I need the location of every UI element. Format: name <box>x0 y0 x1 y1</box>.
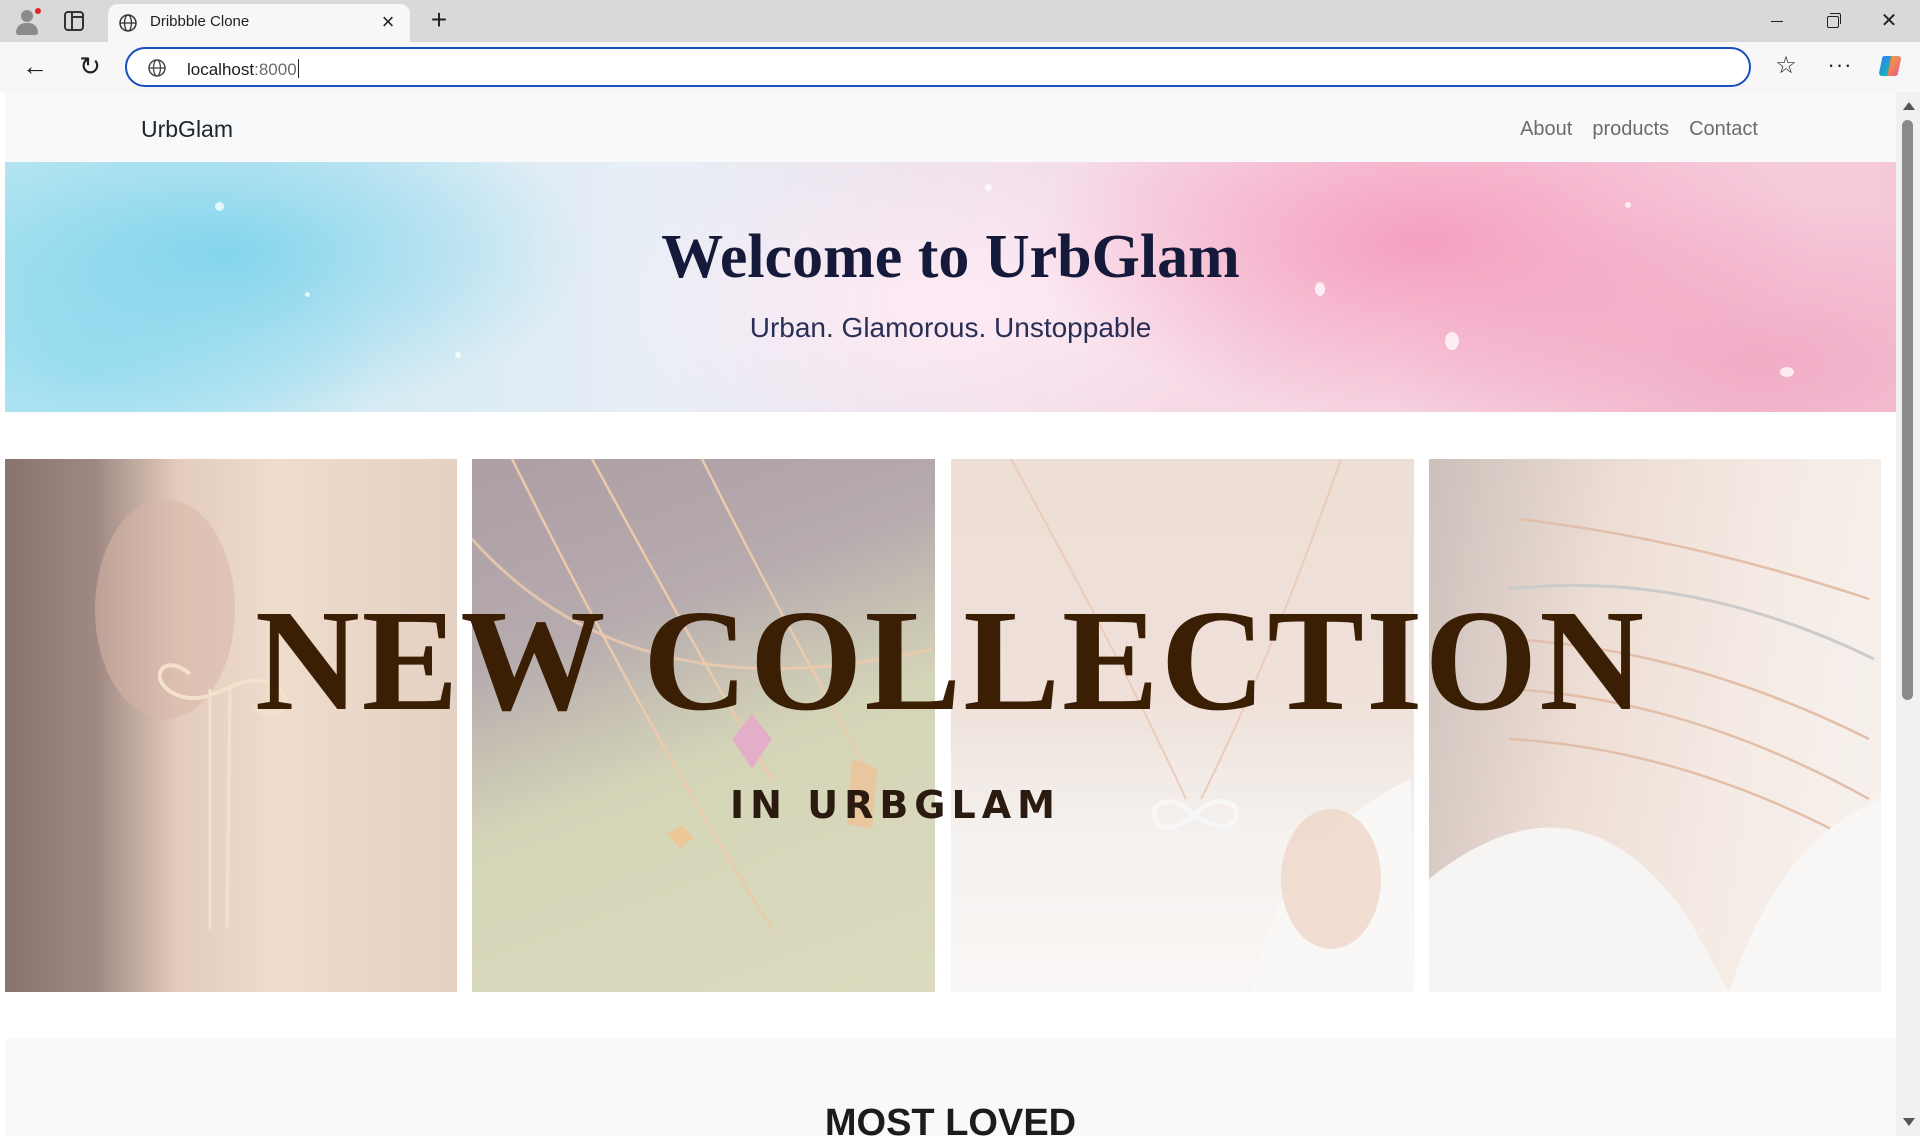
browser-tab[interactable]: Dribbble Clone × <box>108 4 410 42</box>
scroll-up-icon[interactable] <box>1903 102 1915 110</box>
browser-tab-strip: Dribbble Clone × + ✕ <box>0 0 1920 42</box>
collection-subtitle-text: IN URBGLAM <box>730 783 1061 827</box>
sparkle-decoration <box>1625 202 1631 208</box>
nav-link-about[interactable]: About <box>1520 118 1572 141</box>
sparkle-decoration <box>1780 367 1794 377</box>
address-bar[interactable]: localhost:8000 <box>125 47 1751 87</box>
window-restore-button[interactable] <box>1810 8 1856 34</box>
text-caret <box>297 59 299 78</box>
page-scrollbar[interactable] <box>1896 92 1920 1136</box>
more-menu-icon[interactable]: ··· <box>1825 52 1855 82</box>
hero-banner: Welcome to UrbGlam Urban. Glamorous. Uns… <box>5 162 1896 412</box>
window-close-button[interactable]: ✕ <box>1866 8 1912 34</box>
window-minimize-button[interactable] <box>1754 8 1800 34</box>
new-collection-banner[interactable]: NEW COLLECTION IN URBGLAM <box>5 459 1896 992</box>
scroll-down-icon[interactable] <box>1903 1118 1915 1126</box>
globe-icon <box>119 14 137 32</box>
sparkle-decoration <box>985 184 992 191</box>
sparkle-decoration <box>215 202 224 211</box>
sparkle-decoration <box>455 352 461 358</box>
notification-dot-icon <box>34 7 42 15</box>
page-viewport: UrbGlam About products Contact Welcome t… <box>5 92 1896 1136</box>
tab-actions-icon[interactable] <box>64 11 84 31</box>
profile-icon[interactable] <box>12 6 44 36</box>
copilot-icon[interactable] <box>1878 52 1906 80</box>
url-host: localhost <box>187 60 255 79</box>
favorites-icon[interactable]: ☆ <box>1771 52 1801 82</box>
new-tab-button[interactable]: + <box>424 6 454 36</box>
hero-title: Welcome to UrbGlam <box>661 223 1240 291</box>
url-text[interactable]: localhost:8000 <box>187 59 299 80</box>
url-port: :8000 <box>254 60 297 79</box>
site-navbar: UrbGlam About products Contact <box>5 92 1896 162</box>
site-info-icon[interactable] <box>147 58 167 78</box>
collection-title: NEW COLLECTION <box>254 581 1647 741</box>
reload-button[interactable]: ↻ <box>75 52 105 82</box>
scroll-thumb[interactable] <box>1902 120 1913 700</box>
most-loved-title: MOST LOVED <box>824 1102 1077 1136</box>
collection-subtitle: IN URBGLAM <box>5 783 1896 827</box>
tab-close-icon[interactable]: × <box>376 10 400 34</box>
nav-link-contact[interactable]: Contact <box>1689 118 1758 141</box>
back-button[interactable]: ← <box>20 52 50 82</box>
nav-link-products[interactable]: products <box>1592 118 1669 141</box>
brand-logo[interactable]: UrbGlam <box>141 116 233 143</box>
nav-links: About products Contact <box>1520 118 1758 141</box>
browser-toolbar: ← ↻ localhost:8000 ☆ ··· <box>0 42 1920 92</box>
hero-subtitle: Urban. Glamorous. Unstoppable <box>749 312 1152 343</box>
tab-title: Dribbble Clone <box>150 13 250 30</box>
